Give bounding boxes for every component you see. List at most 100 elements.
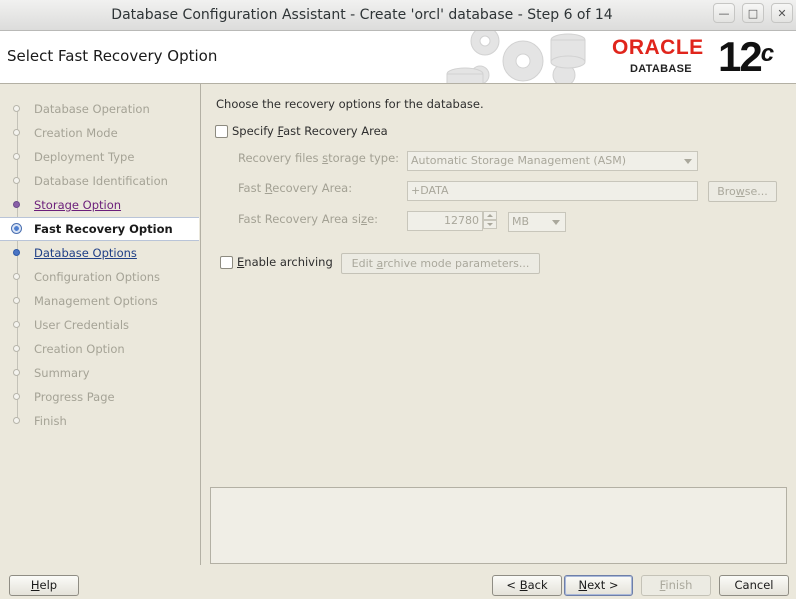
fra-size-label: Fast Recovery Area size: xyxy=(238,212,378,226)
page-title: Select Fast Recovery Option xyxy=(7,47,218,65)
nav-step-label: Fast Recovery Option xyxy=(34,222,173,236)
mnemonic-key: w xyxy=(735,185,745,198)
current-step-icon xyxy=(11,223,22,234)
nav-step-database-identification: Database Identification xyxy=(0,170,199,192)
nav-step-label: Progress Page xyxy=(34,390,115,404)
nav-step-label: Finish xyxy=(34,414,67,428)
nav-step-database-operation: Database Operation xyxy=(0,98,199,120)
oracle-wordmark: ORACLE xyxy=(612,36,704,59)
cancel-button[interactable]: Cancel xyxy=(719,575,789,596)
nav-step-creation-option: Creation Option xyxy=(0,338,199,360)
enable-archiving-checkbox[interactable] xyxy=(220,256,233,269)
nav-step-deployment-type: Deployment Type xyxy=(0,146,199,168)
specify-fra-checkbox[interactable] xyxy=(215,125,228,138)
finish-button[interactable]: Finish xyxy=(641,575,711,596)
oracle-logo: ORACLE DATABASE xyxy=(612,37,716,77)
close-icon: ✕ xyxy=(777,7,787,20)
fra-size-unit-select[interactable]: MB xyxy=(508,212,566,232)
step-bullet-icon xyxy=(13,393,20,400)
edit-archive-mode-button[interactable]: Edit archive mode parameters... xyxy=(341,253,540,274)
step-bullet-icon xyxy=(13,321,20,328)
label-part: torage type: xyxy=(328,151,400,165)
step-bullet-icon xyxy=(13,273,20,280)
step-bullet-icon xyxy=(13,369,20,376)
storage-type-select[interactable]: Automatic Storage Management (ASM) xyxy=(407,151,698,171)
nav-step-label: Summary xyxy=(34,366,90,380)
label-part: < xyxy=(506,578,520,592)
step-bullet-icon xyxy=(13,249,20,256)
nav-step-label: Creation Option xyxy=(34,342,125,356)
label-part: ast Recovery Area xyxy=(283,124,388,138)
label-part: Fast xyxy=(238,181,265,195)
oracle-database-label: DATABASE xyxy=(630,63,692,75)
step-bullet-icon xyxy=(13,129,20,136)
enable-archiving-label[interactable]: Enable archiving xyxy=(237,255,333,269)
browse-button[interactable]: Browse... xyxy=(708,181,777,202)
spin-down-icon[interactable] xyxy=(483,220,497,229)
mnemonic-key: B xyxy=(519,578,528,592)
label-part: Edit xyxy=(351,257,377,270)
label-part: rchive mode parameters... xyxy=(383,257,530,270)
next-button[interactable]: Next > xyxy=(564,575,633,596)
step-bullet-icon xyxy=(13,153,20,160)
fra-size-unit-value: MB xyxy=(512,215,530,228)
minimize-button[interactable]: — xyxy=(713,3,735,23)
label-part: nable archiving xyxy=(244,255,333,269)
storage-type-value: Automatic Storage Management (ASM) xyxy=(411,154,626,167)
label-part: Bro xyxy=(717,185,736,198)
nav-step-storage-option[interactable]: Storage Option xyxy=(0,194,199,216)
label-part: e: xyxy=(367,212,379,226)
intro-text: Choose the recovery options for the data… xyxy=(216,97,484,111)
page-header: Select Fast Recovery Option ORACLE DATAB… xyxy=(0,31,796,84)
mnemonic-key: N xyxy=(578,578,588,592)
step-bullet-icon xyxy=(13,345,20,352)
nav-step-label: Management Options xyxy=(34,294,158,308)
nav-step-database-options[interactable]: Database Options xyxy=(0,242,199,264)
label-part: Recovery files xyxy=(238,151,323,165)
nav-step-label: Configuration Options xyxy=(34,270,161,284)
nav-step-summary: Summary xyxy=(0,362,199,384)
fra-location-input[interactable]: +DATA xyxy=(407,181,698,201)
maximize-icon: □ xyxy=(747,7,759,20)
nav-step-creation-mode: Creation Mode xyxy=(0,122,199,144)
fra-size-input[interactable]: 12780 xyxy=(407,211,483,231)
nav-step-label: Database Identification xyxy=(34,174,168,188)
version-suffix: c xyxy=(760,40,775,67)
help-button[interactable]: Help xyxy=(9,575,79,596)
label-part: ecovery Area: xyxy=(272,181,353,195)
back-button[interactable]: < Back xyxy=(492,575,562,596)
minimize-icon: — xyxy=(718,7,730,20)
mnemonic-key: H xyxy=(30,578,40,592)
window-title: Database Configuration Assistant - Creat… xyxy=(111,7,613,23)
step-navigation: Database Operation Creation Mode Deploym… xyxy=(0,84,201,565)
window-titlebar: Database Configuration Assistant - Creat… xyxy=(0,0,796,31)
nav-step-user-credentials: User Credentials xyxy=(0,314,199,336)
specify-fra-label[interactable]: Specify Fast Recovery Area xyxy=(232,124,388,138)
nav-step-label[interactable]: Database Options xyxy=(34,242,137,264)
chevron-down-icon xyxy=(684,159,692,164)
nav-step-label: Database Operation xyxy=(34,102,150,116)
nav-step-progress-page: Progress Page xyxy=(0,386,199,408)
label-part: Specify xyxy=(232,124,278,138)
nav-step-finish: Finish xyxy=(0,410,199,432)
nav-step-fast-recovery-option: Fast Recovery Option xyxy=(0,217,199,241)
nav-step-configuration-options: Configuration Options xyxy=(0,266,199,288)
spin-up-icon[interactable] xyxy=(483,211,497,220)
nav-step-label: Deployment Type xyxy=(34,150,135,164)
nav-step-label: User Credentials xyxy=(34,318,130,332)
label-part: inish xyxy=(665,578,693,592)
version-number: 12 xyxy=(718,33,763,80)
nav-step-label[interactable]: Storage Option xyxy=(34,194,121,216)
step-bullet-icon xyxy=(13,201,20,208)
label-part: elp xyxy=(39,578,58,592)
nav-step-label: Creation Mode xyxy=(34,126,118,140)
version-logo: 12c xyxy=(718,33,774,81)
step-bullet-icon xyxy=(13,417,20,424)
fra-location-label: Fast Recovery Area: xyxy=(238,181,352,195)
maximize-button[interactable]: □ xyxy=(742,3,764,23)
step-bullet-icon xyxy=(13,105,20,112)
chevron-down-icon xyxy=(552,220,560,225)
nav-step-management-options: Management Options xyxy=(0,290,199,312)
step-bullet-icon xyxy=(13,297,20,304)
close-window-button[interactable]: ✕ xyxy=(771,3,793,23)
